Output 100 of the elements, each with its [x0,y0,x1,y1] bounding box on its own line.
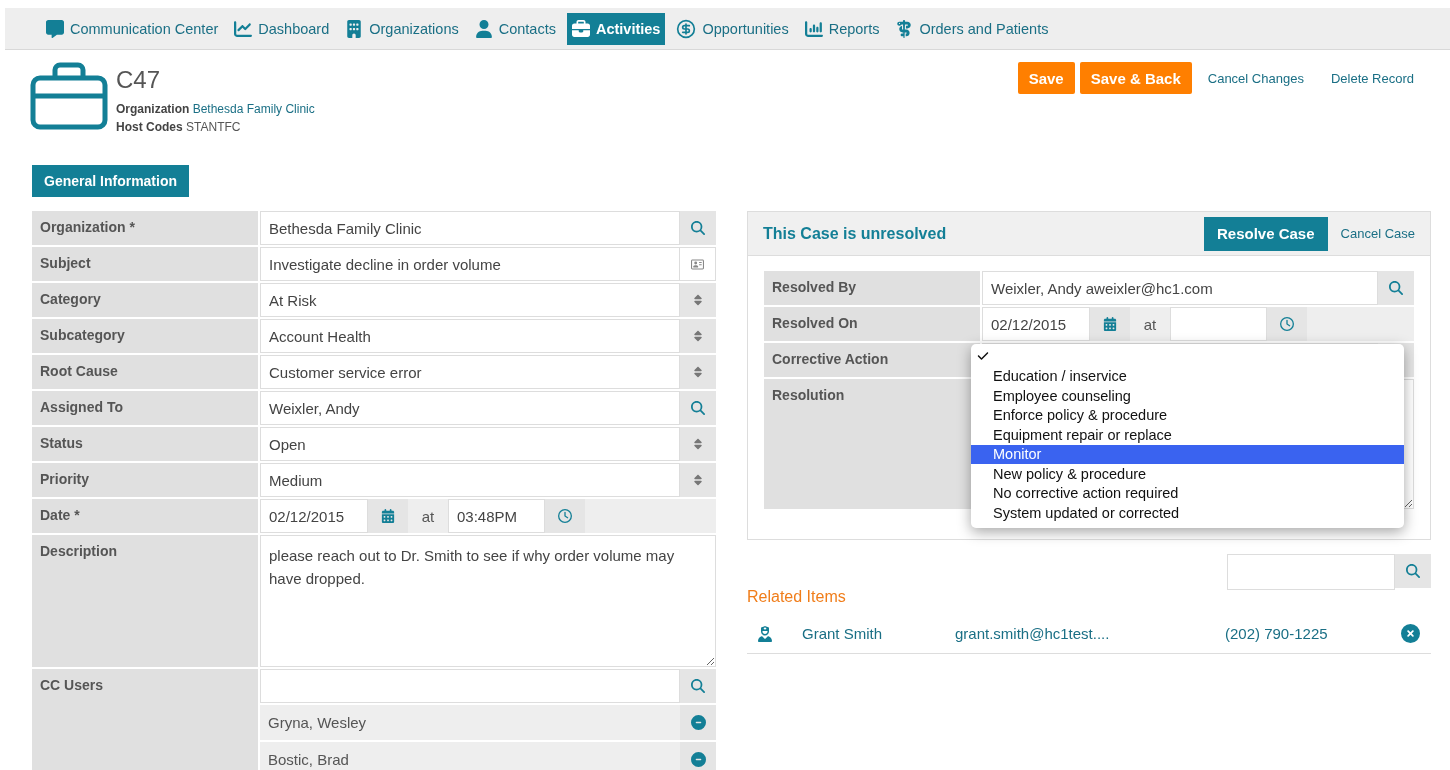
chat-icon [46,19,64,38]
meta-link[interactable]: Bethesda Family Clinic [192,102,315,116]
field-label: Priority [32,463,258,497]
search-button[interactable] [680,391,716,425]
link[interactable]: Cancel Changes [1196,62,1315,95]
nav-tab[interactable]: Organizations [340,12,464,45]
section-tab[interactable]: General Information [32,165,190,197]
line-chart-icon [234,19,253,38]
field-label: CC Users [32,669,258,770]
user-name: Gryna, Wesley [267,714,368,731]
field-label: Resolved On [764,307,980,341]
contact-card-icon [691,257,704,271]
calendar-icon [1103,317,1117,331]
time-field[interactable] [1170,307,1267,341]
dropdown-button[interactable] [680,355,716,389]
remove-button[interactable] [680,742,716,770]
clock-button[interactable] [545,499,585,533]
meta-value: STANTFC [186,120,241,134]
link[interactable]: Cancel Case [1329,217,1426,250]
remove-icon[interactable] [1401,624,1420,643]
date-field[interactable]: 02/12/2015 [260,499,368,533]
search-button[interactable] [680,669,716,703]
search-icon [691,221,705,235]
lookup-field[interactable]: Weixler, Andy aweixler@hc1.com [982,271,1378,305]
clock-button[interactable] [1267,307,1307,341]
nav-tab[interactable]: Contacts [469,12,561,45]
field-label: Subject [32,247,258,281]
dollar-icon [676,18,697,39]
nav-tab[interactable]: Dashboard [229,12,335,45]
nav-tab[interactable]: Orders and Patients [890,12,1054,45]
menu-option[interactable]: Monitor [971,444,1404,464]
field-label: Root Cause [32,355,258,389]
calendar-icon [381,509,395,523]
search-icon [691,679,705,693]
sort-arrows-icon [692,438,704,450]
minus-icon [690,752,706,767]
calendar-button[interactable] [368,499,408,533]
record-title: C47 [116,66,162,94]
calendar-button[interactable] [1090,307,1130,341]
user-name: Bostic, Brad [267,751,350,768]
time-field[interactable]: 03:48PM [448,499,545,533]
briefcase-icon [571,19,590,38]
resolve-button[interactable]: Resolve Case [1204,216,1328,251]
meta-label: Host Codes [116,120,183,134]
field-label: Category [32,283,258,317]
caduceus-icon [895,19,914,38]
contact-link[interactable]: Grant Smith [802,625,955,642]
remove-button[interactable] [680,705,716,740]
field-label: Description [32,535,258,667]
nav-tab[interactable]: Reports [799,12,885,45]
field-label: Organization * [32,211,258,245]
select-field[interactable]: Medium [260,463,680,497]
select-field[interactable]: Account Health [260,319,680,353]
search-icon [1406,564,1420,578]
link[interactable]: Delete Record [1319,62,1425,95]
user-search-field[interactable] [260,669,680,703]
text-field[interactable]: Investigate decline in order volume [260,247,680,281]
person-icon [474,19,493,38]
lookup-field[interactable]: Weixler, Andy [260,391,680,425]
field-label: Corrective Action [764,343,980,377]
search-icon [691,401,705,415]
select-field[interactable]: Open [260,427,680,461]
dropdown-button[interactable] [680,283,716,317]
person-icon [757,625,773,642]
field-label: Resolved By [764,271,980,305]
search-button[interactable] [680,211,716,245]
search-button[interactable] [1395,554,1431,588]
email-link[interactable]: grant.smith@hc1test.... [955,625,1225,642]
search-field[interactable] [1227,554,1395,590]
select-field[interactable]: At Risk [260,283,680,317]
bar-chart-icon [804,19,823,38]
lookup-field[interactable]: Bethesda Family Clinic [260,211,680,245]
section-title: Related Items [747,588,847,606]
clock-icon [1280,317,1294,331]
building-icon [345,19,364,38]
meta-label: Organization [116,102,190,116]
sort-arrows-icon [692,474,704,486]
date-field[interactable]: 02/12/2015 [982,307,1090,341]
sort-arrows-icon [692,366,704,378]
nav-tab[interactable]: Activities [566,12,666,45]
field-label: Date * [32,499,258,533]
field-label: Assigned To [32,391,258,425]
search-button[interactable] [1378,271,1414,305]
panel-title: This Case is unresolved [763,224,947,243]
field-label: Status [32,427,258,461]
dropdown-button[interactable] [680,463,716,497]
clock-icon [558,509,572,523]
phone-link[interactable]: (202) 790-1225 [1225,625,1401,642]
sort-arrows-icon [692,294,704,306]
field-label: Subcategory [32,319,258,353]
dropdown-button[interactable] [680,319,716,353]
select-field[interactable]: Customer service error [260,355,680,389]
nav-tab[interactable]: Opportunities [671,12,794,45]
dropdown-button[interactable] [680,427,716,461]
search-icon [1389,281,1403,295]
text-area[interactable]: please reach out to Dr. Smith to see if why order volume may have dropped. [260,535,716,667]
briefcase-icon [30,62,108,130]
nav-tab[interactable]: Communication Center [41,12,224,45]
check-icon [977,350,989,362]
card-button[interactable] [680,247,716,281]
